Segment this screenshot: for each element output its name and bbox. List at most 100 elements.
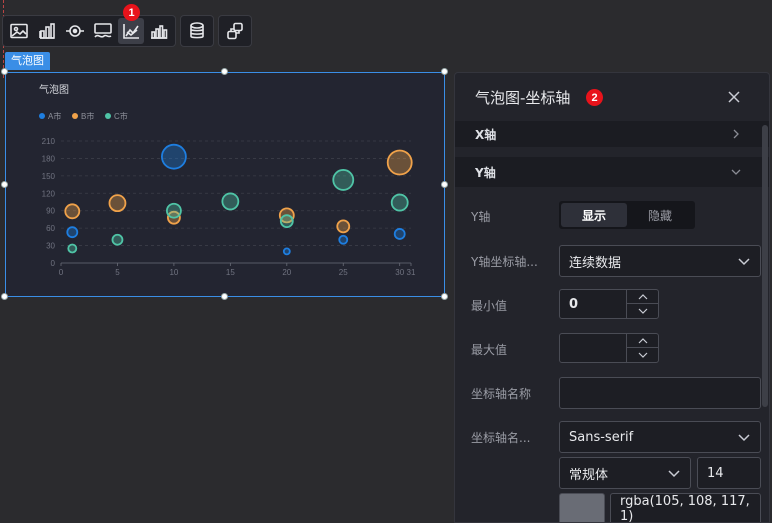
target-icon	[66, 25, 84, 37]
image-icon	[10, 23, 28, 39]
chevron-right-icon	[733, 129, 739, 139]
y-axis-visibility-toggle: 显示 隐藏	[559, 201, 695, 229]
color-swatch[interactable]	[559, 493, 605, 522]
color-value-text: rgba(105, 108, 117, 1)	[620, 494, 750, 523]
chevron-up-icon	[638, 337, 647, 343]
bar-chart-button[interactable]	[34, 18, 60, 44]
axis-name-label: 坐标轴名称	[471, 387, 532, 401]
chevron-down-icon	[638, 352, 647, 358]
share-link-button[interactable]	[222, 18, 248, 44]
y-tick-label: 210	[42, 137, 56, 146]
bubble-point	[108, 194, 127, 213]
y-tick-label: 120	[42, 189, 56, 198]
bubble-chart-component[interactable]: 气泡图 A市 B市 C市 0 30 60 90 120 150 180 210 0 5 10 15 20 25 30…	[5, 72, 445, 297]
axis-type-select[interactable]: 连续数据	[559, 245, 761, 277]
resize-handle-br[interactable]	[441, 293, 448, 300]
bubble-point	[161, 143, 187, 170]
y-axis-section[interactable]: Y轴	[455, 157, 769, 187]
y-tick-label: 90	[46, 207, 55, 216]
min-value-label: 最小值	[471, 299, 508, 313]
bubble-point	[111, 233, 124, 246]
resize-handle-tl[interactable]	[1, 68, 8, 75]
color-value-input[interactable]: rgba(105, 108, 117, 1)	[610, 493, 761, 523]
bubble-point	[282, 247, 291, 256]
min-value-row: 最小值 0	[471, 289, 761, 319]
resize-handle-tr[interactable]	[441, 68, 448, 75]
legend-marker	[105, 113, 111, 119]
close-icon[interactable]	[725, 88, 743, 106]
resize-handle-bl[interactable]	[1, 293, 8, 300]
font-style-value: 常规体	[569, 467, 609, 483]
font-size-value: 14	[707, 465, 724, 481]
max-value-label: 最大值	[471, 343, 508, 357]
x-axis-section[interactable]: X轴	[455, 121, 769, 147]
histogram-button[interactable]	[146, 18, 172, 44]
legend-marker	[72, 113, 78, 119]
toolbar-group-data	[180, 15, 214, 47]
component-tag[interactable]: 气泡图	[5, 52, 50, 70]
legend-label: B市	[81, 111, 94, 121]
bubble-axis-button[interactable]: 1	[118, 4, 144, 44]
x-axis-section-label: X轴	[475, 127, 497, 142]
target-button[interactable]	[62, 18, 88, 44]
x-tick-label: 31	[407, 268, 416, 277]
panel-header: 气泡图-坐标轴 2	[455, 73, 769, 121]
max-value-stepper	[626, 334, 658, 362]
axis-font-row: 坐标轴名... Sans-serif 常规体 14 rgba(105, 108,…	[471, 421, 761, 523]
bubble-axis-icon	[123, 24, 139, 39]
x-tick-label: 20	[282, 268, 291, 277]
min-increment-button[interactable]	[627, 290, 658, 304]
bubble-point	[221, 192, 240, 211]
hide-option[interactable]: 隐藏	[627, 203, 693, 227]
resize-handle-b[interactable]	[221, 293, 228, 300]
bubble-point	[390, 193, 409, 212]
x-tick-label: 15	[226, 268, 235, 277]
axis-name-input[interactable]	[559, 377, 761, 409]
resize-handle-r[interactable]	[441, 181, 448, 188]
panel-title: 气泡图-坐标轴	[475, 88, 571, 107]
resize-handle-l[interactable]	[1, 181, 8, 188]
chevron-down-icon	[738, 434, 750, 442]
x-tick-label: 5	[115, 268, 120, 277]
bar-chart-icon	[39, 23, 55, 39]
step-badge-2: 2	[586, 89, 603, 106]
image-button[interactable]	[6, 18, 32, 44]
min-decrement-button[interactable]	[627, 304, 658, 318]
chevron-down-icon	[731, 169, 741, 175]
font-style-select[interactable]: 常规体	[559, 457, 691, 489]
axis-settings-panel: 气泡图-坐标轴 2 X轴 Y轴 Y轴 显示 隐藏 Y轴坐标轴... 连续数据 最…	[454, 72, 770, 523]
max-value-input[interactable]	[559, 333, 659, 363]
max-increment-button[interactable]	[627, 334, 658, 348]
axis-type-label: Y轴坐标轴...	[471, 255, 538, 269]
chevron-down-icon	[668, 470, 680, 478]
x-tick-label: 25	[339, 268, 348, 277]
chevron-up-icon	[638, 293, 647, 299]
axis-type-value: 连续数据	[569, 255, 622, 271]
bubble-point	[393, 228, 406, 240]
y-tick-label: 30	[46, 242, 55, 251]
monitor-wave-button[interactable]	[90, 18, 116, 44]
bubble-point	[67, 243, 78, 254]
database-icon	[190, 22, 204, 39]
font-size-input[interactable]: 14	[697, 457, 761, 489]
chevron-down-icon	[638, 308, 647, 314]
histogram-icon	[151, 25, 168, 39]
max-decrement-button[interactable]	[627, 348, 658, 362]
font-family-select[interactable]: Sans-serif	[559, 421, 761, 453]
bubble-point	[64, 203, 81, 220]
legend-marker	[39, 113, 45, 119]
panel-scrollbar[interactable]	[762, 125, 768, 407]
database-button[interactable]	[184, 18, 210, 44]
step-badge-1: 1	[123, 4, 140, 21]
resize-handle-t[interactable]	[221, 68, 228, 75]
min-value-text: 0	[569, 296, 579, 312]
min-value-input[interactable]: 0	[559, 289, 659, 319]
bubble-chart: 气泡图 A市 B市 C市 0 30 60 90 120 150 180 210 0 5 10 15 20 25 30…	[39, 83, 416, 277]
axis-type-row: Y轴坐标轴... 连续数据	[471, 245, 761, 277]
y-tick-label: 180	[42, 154, 56, 163]
y-tick-label: 0	[51, 259, 56, 268]
y-axis-visibility-label: Y轴	[471, 210, 491, 224]
x-tick-label: 30	[395, 268, 404, 277]
legend-label: A市	[48, 111, 61, 121]
show-option[interactable]: 显示	[561, 203, 627, 227]
